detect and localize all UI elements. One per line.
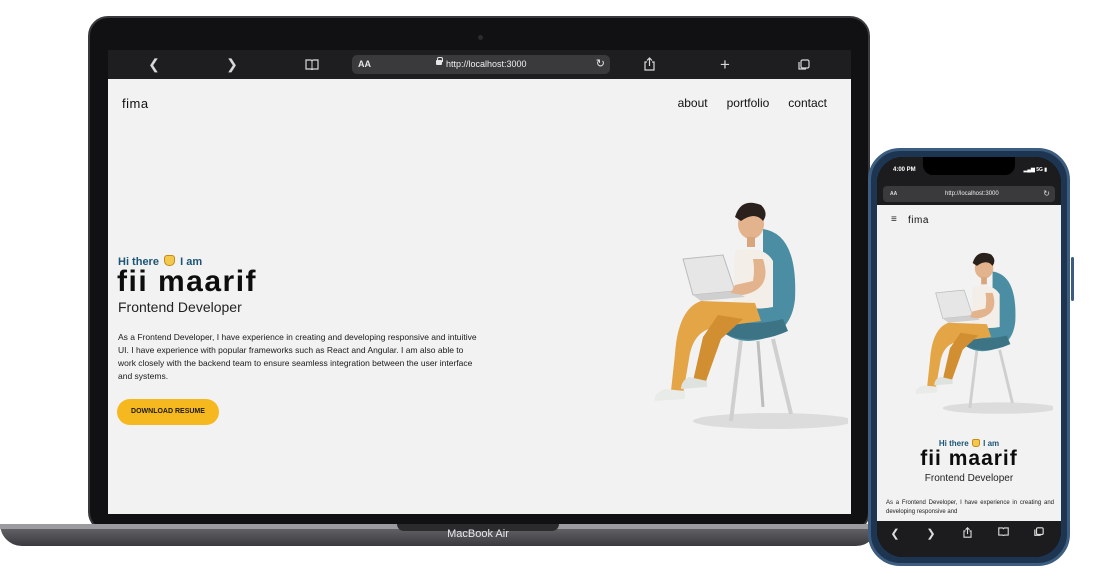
nav-link-about[interactable]: about xyxy=(678,96,708,110)
chevron-left-icon[interactable]: ❮ xyxy=(143,50,165,79)
phone-browser-bar: AA http://localhost:3000 ↻ xyxy=(877,183,1061,205)
phone-portfolio-page: ≡ fima Hi there I am fii maarif Frontend… xyxy=(877,205,1061,521)
lock-icon xyxy=(436,57,443,65)
address-bar[interactable]: AA http://localhost:3000 ↻ xyxy=(352,55,610,74)
phone-waving-hand-icon xyxy=(971,439,980,447)
phone-developer-illustration xyxy=(915,252,1053,414)
macbook-lid: ❮ ❯ AA http://localhost:3000 ↻ + fima ab… xyxy=(88,16,870,532)
iphone-screen: 4:00 PM ▂▄▆ 5G ▮ AA http://localhost:300… xyxy=(877,157,1061,557)
download-resume-button[interactable]: DOWNLOAD RESUME xyxy=(117,399,219,425)
phone-hero-description: As a Frontend Developer, I have experien… xyxy=(886,500,1054,515)
share-icon[interactable] xyxy=(638,50,660,79)
site-logo[interactable]: fima xyxy=(122,96,149,111)
phone-chevron-right-icon[interactable]: ❯ xyxy=(921,527,941,540)
nav-link-contact[interactable]: contact xyxy=(788,96,827,110)
chevron-right-icon[interactable]: ❯ xyxy=(221,50,243,79)
phone-address-bar[interactable]: AA http://localhost:3000 ↻ xyxy=(883,186,1055,202)
nav-link-portfolio[interactable]: portfolio xyxy=(727,96,770,110)
phone-site-logo[interactable]: fima xyxy=(908,215,929,226)
phone-tabs-icon[interactable] xyxy=(1029,527,1049,540)
phone-hero-role: Frontend Developer xyxy=(924,473,1014,484)
phone-url-text: http://localhost:3000 xyxy=(945,191,999,197)
macbook-label: MacBook Air xyxy=(447,528,509,540)
text-size-button[interactable]: AA xyxy=(358,55,371,74)
main-nav: about portfolio contact xyxy=(678,96,827,110)
phone-reload-icon[interactable]: ↻ xyxy=(1043,186,1050,202)
device-mockup-stage: ❮ ❯ AA http://localhost:3000 ↻ + fima ab… xyxy=(0,0,1096,577)
camera-icon xyxy=(478,35,483,40)
developer-illustration xyxy=(654,202,848,429)
book-icon[interactable] xyxy=(301,50,323,79)
portfolio-page: fima about portfolio contact Hi there I … xyxy=(108,79,851,514)
reload-icon[interactable]: ↻ xyxy=(596,55,605,74)
phone-notch xyxy=(923,157,1015,175)
status-time: 4:00 PM xyxy=(893,167,916,173)
hamburger-menu-icon[interactable]: ≡ xyxy=(891,214,897,225)
phone-share-icon[interactable] xyxy=(957,527,977,541)
hero-role: Frontend Developer xyxy=(118,299,242,315)
phone-browser-toolbar: ❮ ❯ xyxy=(877,521,1061,557)
macbook-screen: ❮ ❯ AA http://localhost:3000 ↻ + fima ab… xyxy=(108,50,851,514)
plus-icon[interactable]: + xyxy=(714,50,736,79)
phone-book-icon[interactable] xyxy=(993,527,1013,539)
url-text: http://localhost:3000 xyxy=(446,59,527,69)
hero-name: fii maarif xyxy=(117,265,258,298)
browser-toolbar: ❮ ❯ AA http://localhost:3000 ↻ + xyxy=(108,50,851,79)
phone-text-size-button[interactable]: AA xyxy=(890,186,897,202)
phone-chevron-left-icon[interactable]: ❮ xyxy=(885,527,905,540)
tabs-icon[interactable] xyxy=(793,50,815,79)
power-button xyxy=(1071,257,1074,301)
status-network: ▂▄▆ 5G ▮ xyxy=(1023,167,1047,173)
hero-description: As a Frontend Developer, I have experien… xyxy=(118,332,477,381)
phone-hero-name: fii maarif xyxy=(920,447,1018,470)
iphone-frame: 4:00 PM ▂▄▆ 5G ▮ AA http://localhost:300… xyxy=(868,148,1074,566)
